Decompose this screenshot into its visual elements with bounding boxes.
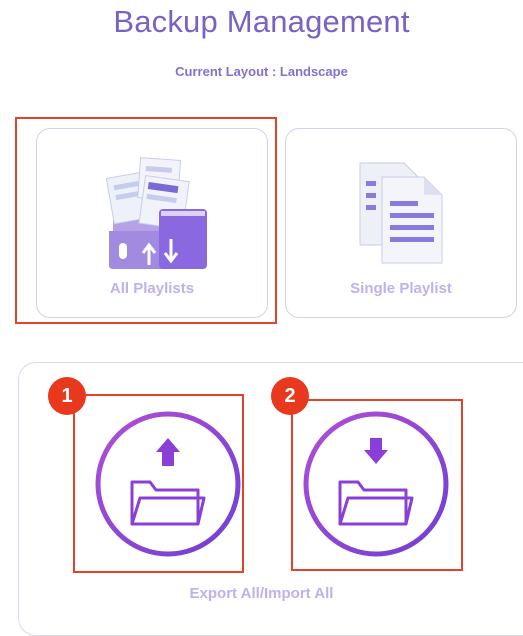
single-playlist-card[interactable]: Single Playlist [285,128,517,318]
export-highlight [73,394,244,573]
step-badge-1: 1 [48,377,86,415]
single-playlist-label: Single Playlist [350,280,452,297]
import-highlight [291,399,463,571]
layout-subtitle: Current Layout : Landscape [175,64,348,79]
step-badge-2: 2 [271,377,309,415]
export-import-label: Export All/Import All [189,585,334,602]
document-icon [352,159,452,269]
all-playlists-highlight [15,117,277,324]
page-title: Backup Management [113,4,410,39]
